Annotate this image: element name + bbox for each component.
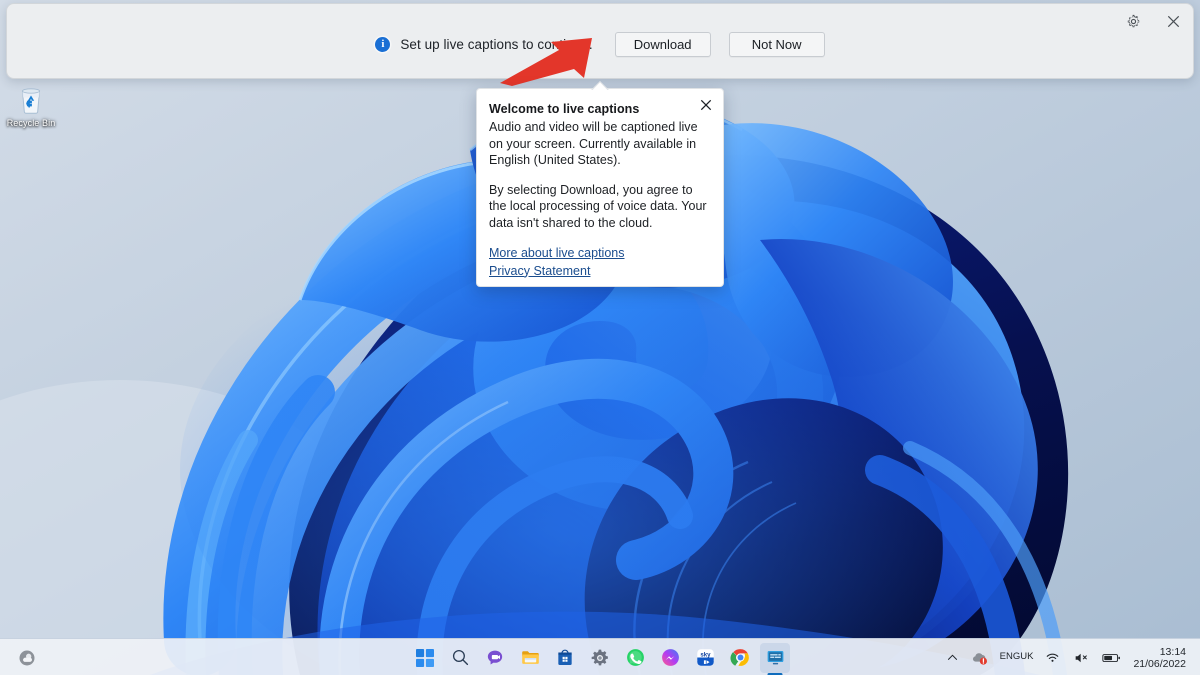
live-captions-button[interactable] (760, 642, 790, 673)
chat-button[interactable] (480, 643, 510, 673)
tray-language-line1: ENG (999, 651, 1021, 663)
flyout-close-button[interactable] (693, 93, 719, 117)
windows-start-icon (416, 648, 434, 667)
messenger-icon (661, 649, 679, 666)
tray-onedrive-button[interactable] (966, 643, 993, 673)
close-icon (700, 99, 712, 111)
link-more-about-live-captions[interactable]: More about live captions (489, 245, 625, 262)
chat-icon (487, 650, 503, 664)
file-explorer-button[interactable] (515, 643, 545, 673)
wifi-icon (1047, 653, 1059, 662)
battery-icon (1102, 653, 1121, 662)
gear-icon (591, 649, 608, 665)
close-icon (1167, 15, 1179, 27)
speaker-muted-icon (1076, 653, 1088, 662)
taskbar[interactable]: sky ENG UK 13:14 21/06/2022 (0, 638, 1200, 675)
welcome-live-captions-flyout[interactable]: Welcome to live captions Audio and video… (476, 88, 724, 287)
flyout-links: More about live captions Privacy Stateme… (489, 245, 707, 279)
sky-button[interactable]: sky (690, 643, 720, 673)
sky-go-icon: sky (696, 649, 714, 666)
store-bag-icon (558, 649, 572, 665)
whatsapp-icon (626, 649, 644, 666)
gear-icon (1127, 14, 1139, 27)
tray-battery-button[interactable] (1097, 643, 1126, 673)
tray-overflow-button[interactable] (942, 643, 963, 673)
recycle-bin-icon (21, 88, 41, 114)
desktop-icon-recycle-bin[interactable]: Recycle Bin (4, 84, 58, 128)
onedrive-error-icon (972, 653, 987, 665)
chrome-icon (730, 649, 749, 666)
tray-language-indicator[interactable]: ENG UK (996, 643, 1038, 673)
microsoft-store-button[interactable] (550, 643, 580, 673)
tray-volume-button[interactable] (1068, 643, 1094, 673)
tray-wifi-button[interactable] (1040, 643, 1065, 673)
info-icon: i (375, 37, 391, 52)
flyout-paragraph-2: By selecting Download, you agree to the … (489, 182, 707, 230)
search-icon (452, 649, 468, 666)
live-captions-icon (767, 651, 783, 665)
tray-clock[interactable]: 13:14 21/06/2022 (1129, 646, 1194, 670)
chrome-button[interactable] (725, 643, 755, 673)
tray-time: 13:14 (1159, 645, 1186, 658)
not-now-button[interactable]: Not Now (728, 32, 825, 57)
folder-icon (521, 651, 539, 664)
tray-date: 21/06/2022 (1133, 657, 1186, 670)
flyout-body: Welcome to live captions Audio and video… (477, 89, 723, 279)
system-tray: ENG UK 13:14 21/06/2022 (942, 639, 1194, 675)
svg-text:sky: sky (700, 651, 711, 658)
chevron-up-icon (947, 654, 957, 660)
live-captions-window[interactable]: i Set up live captions to continue. Down… (6, 3, 1194, 79)
live-captions-prompt-text: Set up live captions to continue. (400, 37, 593, 52)
messenger-button[interactable] (655, 643, 685, 673)
tray-language-line2: UK (1020, 651, 1034, 663)
settings-button[interactable] (585, 643, 615, 673)
download-button[interactable]: Download (614, 32, 711, 57)
whatsapp-button[interactable] (620, 643, 650, 673)
link-privacy-statement[interactable]: Privacy Statement (489, 263, 590, 280)
recycle-bin-label: Recycle Bin (6, 118, 56, 128)
start-button[interactable] (410, 643, 440, 673)
flyout-tail (591, 81, 609, 90)
flyout-title: Welcome to live captions (489, 102, 640, 116)
search-button[interactable] (445, 643, 475, 673)
flyout-paragraph-1: Audio and video will be captioned live o… (489, 120, 698, 167)
live-captions-setup-prompt: i Set up live captions to continue. Down… (7, 32, 1193, 57)
